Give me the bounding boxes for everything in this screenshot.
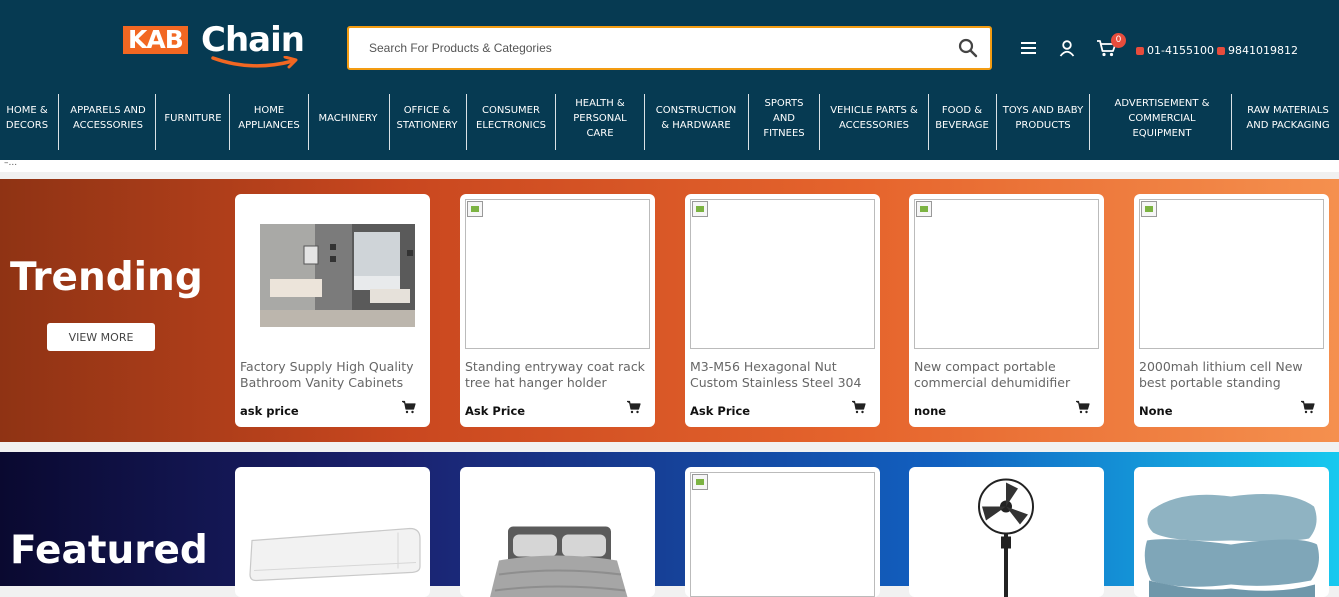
site-header: KAB Chain 0 01-4155100 9841019812 HOME &… xyxy=(0,0,1339,160)
nav-advertisement-equipment[interactable]: ADVERTISEMENT & COMMERCIAL EQUIPMENT xyxy=(1104,84,1220,152)
user-icon[interactable] xyxy=(1059,40,1075,57)
sub-header-strip: –... xyxy=(0,160,1339,172)
search-icon[interactable] xyxy=(958,38,978,58)
nav-machinery[interactable]: MACHINERY xyxy=(312,84,384,152)
nav-office-stationery[interactable]: OFFICE & STATIONERY xyxy=(393,84,461,152)
blanket-image[interactable] xyxy=(1139,472,1324,597)
phone-number-2[interactable]: 9841019812 xyxy=(1217,44,1298,57)
nav-food-beverage[interactable]: FOOD & BEVERAGE xyxy=(933,84,991,152)
add-to-cart-icon[interactable] xyxy=(402,400,416,414)
featured-title: Featured xyxy=(10,528,208,573)
nav-divider xyxy=(819,94,820,150)
product-card[interactable] xyxy=(1134,467,1329,597)
nav-vehicle-parts[interactable]: VEHICLE PARTS & ACCESSORIES xyxy=(824,84,924,152)
nav-raw-materials[interactable]: RAW MATERIALS AND PACKAGING xyxy=(1240,84,1336,152)
product-card[interactable]: Factory Supply High Quality Bathroom Van… xyxy=(235,194,430,427)
nav-divider xyxy=(928,94,929,150)
product-card[interactable]: M3-M56 Hexagonal Nut Custom Stainless St… xyxy=(685,194,880,427)
product-price: ask price xyxy=(240,404,299,418)
phone-2-text: 9841019812 xyxy=(1228,44,1298,57)
product-title[interactable]: Standing entryway coat rack tree hat han… xyxy=(465,359,650,391)
product-price: Ask Price xyxy=(690,404,750,418)
product-card[interactable]: Standing entryway coat rack tree hat han… xyxy=(460,194,655,427)
product-card[interactable] xyxy=(460,467,655,597)
nav-toys-baby[interactable]: TOYS AND BABY PRODUCTS xyxy=(1001,84,1085,152)
add-to-cart-icon[interactable] xyxy=(852,400,866,414)
broken-image-icon xyxy=(692,201,708,217)
nav-divider xyxy=(389,94,390,150)
product-card[interactable]: New compact portable commercial dehumidi… xyxy=(909,194,1104,427)
product-title[interactable]: Factory Supply High Quality Bathroom Van… xyxy=(240,359,425,391)
standing-fan-image[interactable] xyxy=(914,472,1099,597)
nav-divider xyxy=(466,94,467,150)
logo-chain-text: Chain xyxy=(201,21,304,59)
product-image-placeholder[interactable] xyxy=(1139,199,1324,349)
nav-divider xyxy=(308,94,309,150)
nav-divider xyxy=(644,94,645,150)
nav-divider xyxy=(555,94,556,150)
category-nav: HOME & DECORS APPARELS AND ACCESSORIES F… xyxy=(0,84,1339,152)
add-to-cart-icon[interactable] xyxy=(1076,400,1090,414)
product-price: Ask Price xyxy=(465,404,525,418)
nav-divider xyxy=(155,94,156,150)
nav-apparels-accessories[interactable]: APPARELS AND ACCESSORIES xyxy=(64,84,152,152)
nav-health-personal-care[interactable]: HEALTH & PERSONAL CARE xyxy=(563,84,637,152)
product-card[interactable] xyxy=(909,467,1104,597)
phone-number-1[interactable]: 01-4155100 xyxy=(1136,44,1214,57)
trending-title: Trending xyxy=(10,255,203,300)
phone-icon xyxy=(1217,47,1225,55)
add-to-cart-icon[interactable] xyxy=(627,400,641,414)
kabchain-logo[interactable]: KAB Chain xyxy=(123,26,303,72)
product-title[interactable]: 2000mah lithium cell New best portable s… xyxy=(1139,359,1324,391)
product-image-placeholder[interactable] xyxy=(914,199,1099,349)
broken-image-icon xyxy=(916,201,932,217)
nav-divider xyxy=(1231,94,1232,150)
nav-sports-fitness[interactable]: SPORTS AND FITNEES xyxy=(755,84,813,152)
broken-image-icon xyxy=(692,474,708,490)
nav-divider xyxy=(229,94,230,150)
product-title[interactable]: M3-M56 Hexagonal Nut Custom Stainless St… xyxy=(690,359,875,391)
nav-divider xyxy=(58,94,59,150)
product-price: none xyxy=(914,404,946,418)
product-image-placeholder[interactable] xyxy=(690,199,875,349)
nav-furniture[interactable]: FURNITURE xyxy=(160,84,226,152)
strip-text: –... xyxy=(4,160,17,166)
add-to-cart-icon[interactable] xyxy=(1301,400,1315,414)
nav-construction-hardware[interactable]: CONSTRUCTION & HARDWARE xyxy=(651,84,741,152)
nav-home-appliances[interactable]: HOME APPLIANCES xyxy=(234,84,304,152)
nav-consumer-electronics[interactable]: CONSUMER ELECTRONICS xyxy=(471,84,551,152)
search-input[interactable] xyxy=(369,38,929,58)
product-image[interactable] xyxy=(240,199,425,349)
logo-smile-icon xyxy=(211,56,301,70)
broken-image-icon xyxy=(1141,201,1157,217)
broken-image-icon xyxy=(467,201,483,217)
bed-image[interactable] xyxy=(465,472,650,597)
cart-count-badge: 0 xyxy=(1111,33,1126,48)
phone-1-text: 01-4155100 xyxy=(1147,44,1214,57)
product-image-placeholder[interactable] xyxy=(465,199,650,349)
phone-icon xyxy=(1136,47,1144,55)
nav-divider xyxy=(748,94,749,150)
menu-icon[interactable] xyxy=(1021,41,1036,55)
product-card[interactable] xyxy=(235,467,430,597)
product-price: None xyxy=(1139,404,1173,418)
product-title[interactable]: New compact portable commercial dehumidi… xyxy=(914,359,1099,391)
product-card[interactable] xyxy=(685,467,880,597)
nav-home-decors[interactable]: HOME & DECORS xyxy=(0,84,54,152)
product-card[interactable]: 2000mah lithium cell New best portable s… xyxy=(1134,194,1329,427)
nav-divider xyxy=(1089,94,1090,150)
product-image-placeholder[interactable] xyxy=(690,472,875,597)
search-bar xyxy=(347,26,992,70)
view-more-button[interactable]: VIEW MORE xyxy=(47,323,155,351)
air-conditioner-image[interactable] xyxy=(240,472,425,597)
nav-divider xyxy=(996,94,997,150)
logo-kab-text: KAB xyxy=(123,26,188,54)
